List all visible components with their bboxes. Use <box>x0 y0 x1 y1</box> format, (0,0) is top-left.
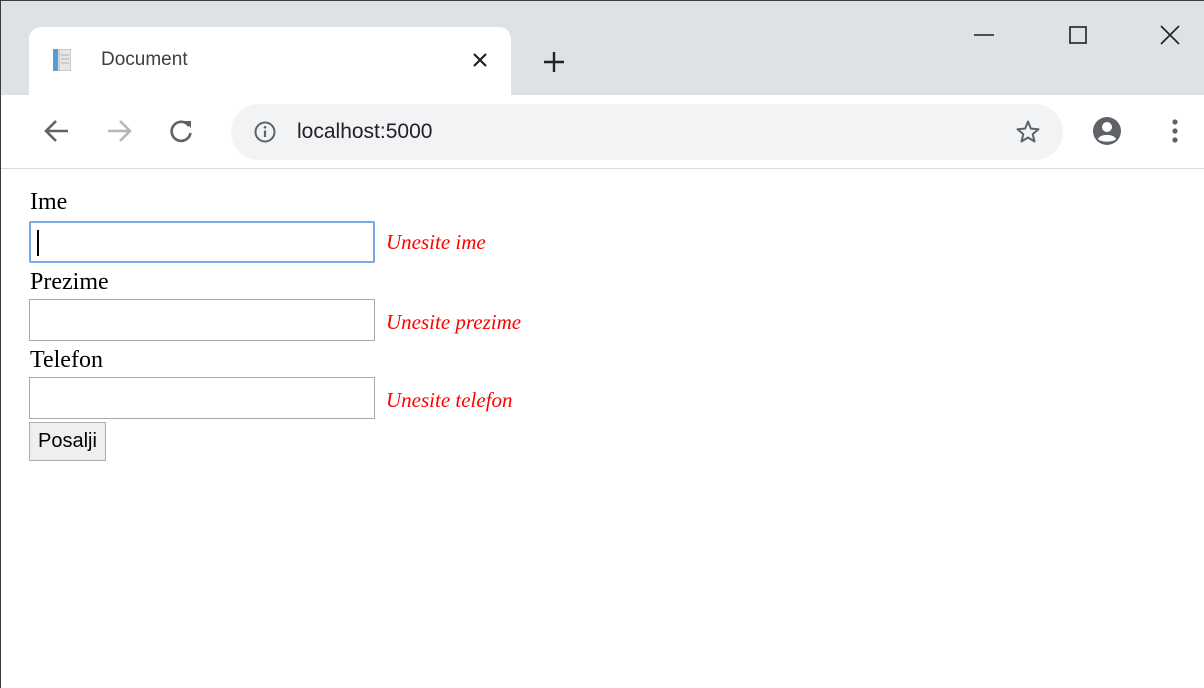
forward-arrow-icon[interactable] <box>99 111 139 151</box>
last-name-label: Prezime <box>30 269 109 295</box>
reload-icon[interactable] <box>161 111 201 151</box>
back-arrow-icon[interactable] <box>37 111 77 151</box>
phone-error: Unesite telefon <box>386 388 513 412</box>
address-url: localhost:5000 <box>297 120 433 143</box>
info-icon[interactable] <box>253 120 277 144</box>
submit-button[interactable]: Posalji <box>29 422 106 461</box>
kebab-menu-icon[interactable] <box>1155 111 1195 151</box>
tab-close-icon[interactable] <box>465 45 495 75</box>
phone-input[interactable] <box>29 377 375 419</box>
minimize-icon[interactable] <box>959 15 1009 55</box>
new-tab-plus-icon[interactable] <box>537 45 571 79</box>
phone-label: Telefon <box>30 347 103 373</box>
page-content: Ime Unesite ime Prezime Unesite prezime … <box>1 170 1204 688</box>
close-window-icon[interactable] <box>1145 15 1195 55</box>
profile-avatar-icon[interactable] <box>1087 111 1127 151</box>
tab-title: Document <box>101 49 188 70</box>
last-name-error: Unesite prezime <box>386 310 522 334</box>
browser-window: Document localhost:5000 Ime Unesite ime … <box>0 0 1204 688</box>
tab-strip: Document <box>1 1 1204 95</box>
text-caret <box>37 230 39 256</box>
first-name-input[interactable] <box>29 221 375 263</box>
bookmark-star-icon[interactable] <box>1013 117 1043 147</box>
maximize-icon[interactable] <box>1053 15 1103 55</box>
tab-document[interactable]: Document <box>29 27 511 95</box>
first-name-label: Ime <box>30 189 68 215</box>
first-name-error: Unesite ime <box>386 230 486 254</box>
last-name-input[interactable] <box>29 299 375 341</box>
browser-toolbar: localhost:5000 <box>1 95 1204 169</box>
document-favicon-icon <box>53 48 72 72</box>
address-bar[interactable]: localhost:5000 <box>231 104 1063 160</box>
